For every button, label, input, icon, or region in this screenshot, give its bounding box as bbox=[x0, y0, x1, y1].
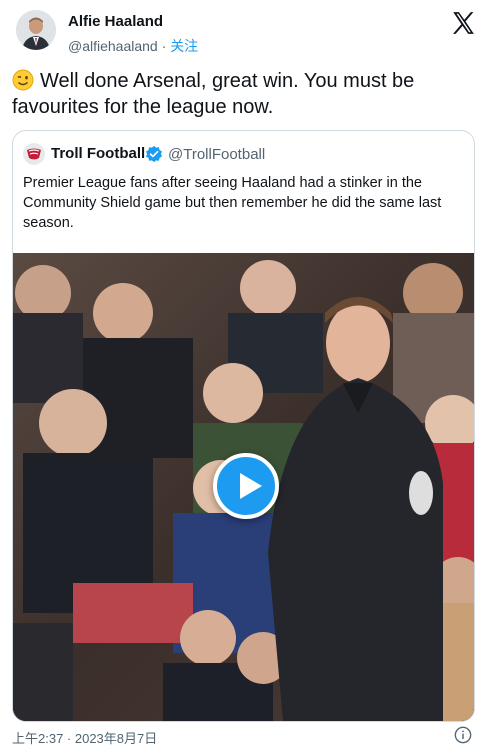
tweet-body: Well done Arsenal, great win. You must b… bbox=[12, 68, 472, 120]
tweet-header: Alfie Haaland @alfiehaaland · 关注 bbox=[16, 10, 476, 58]
play-icon bbox=[240, 473, 262, 499]
author-avatar[interactable] bbox=[16, 10, 56, 50]
quoted-avatar[interactable] bbox=[23, 143, 45, 165]
author-handle-row: @alfiehaaland · 关注 bbox=[68, 36, 198, 56]
tweet-text: Well done Arsenal, great win. You must b… bbox=[12, 70, 415, 118]
play-button[interactable] bbox=[213, 453, 279, 519]
info-icon[interactable] bbox=[454, 726, 472, 744]
avatar-image bbox=[16, 10, 56, 50]
author-name[interactable]: Alfie Haaland bbox=[68, 13, 163, 30]
quoted-avatar-image bbox=[23, 143, 45, 165]
tweet-timestamp[interactable]: 上午2:37 · 2023年8月7日 bbox=[12, 728, 157, 747]
quoted-tweet-text: Premier League fans after seeing Haaland… bbox=[23, 175, 442, 231]
verified-badge-icon bbox=[145, 145, 163, 163]
separator-dot: · bbox=[161, 38, 167, 54]
follow-button[interactable]: 关注 bbox=[170, 38, 198, 54]
winking-face-icon bbox=[12, 69, 34, 91]
author-handle[interactable]: @alfiehaaland bbox=[68, 38, 158, 54]
quoted-author-name[interactable]: Troll Football bbox=[51, 145, 145, 162]
x-logo-icon[interactable] bbox=[450, 10, 476, 36]
quoted-author-handle[interactable]: @TrollFootball bbox=[168, 146, 265, 163]
video-player[interactable] bbox=[13, 253, 474, 721]
quoted-tweet[interactable]: Troll Football @TrollFootball Premier Le… bbox=[12, 130, 475, 722]
